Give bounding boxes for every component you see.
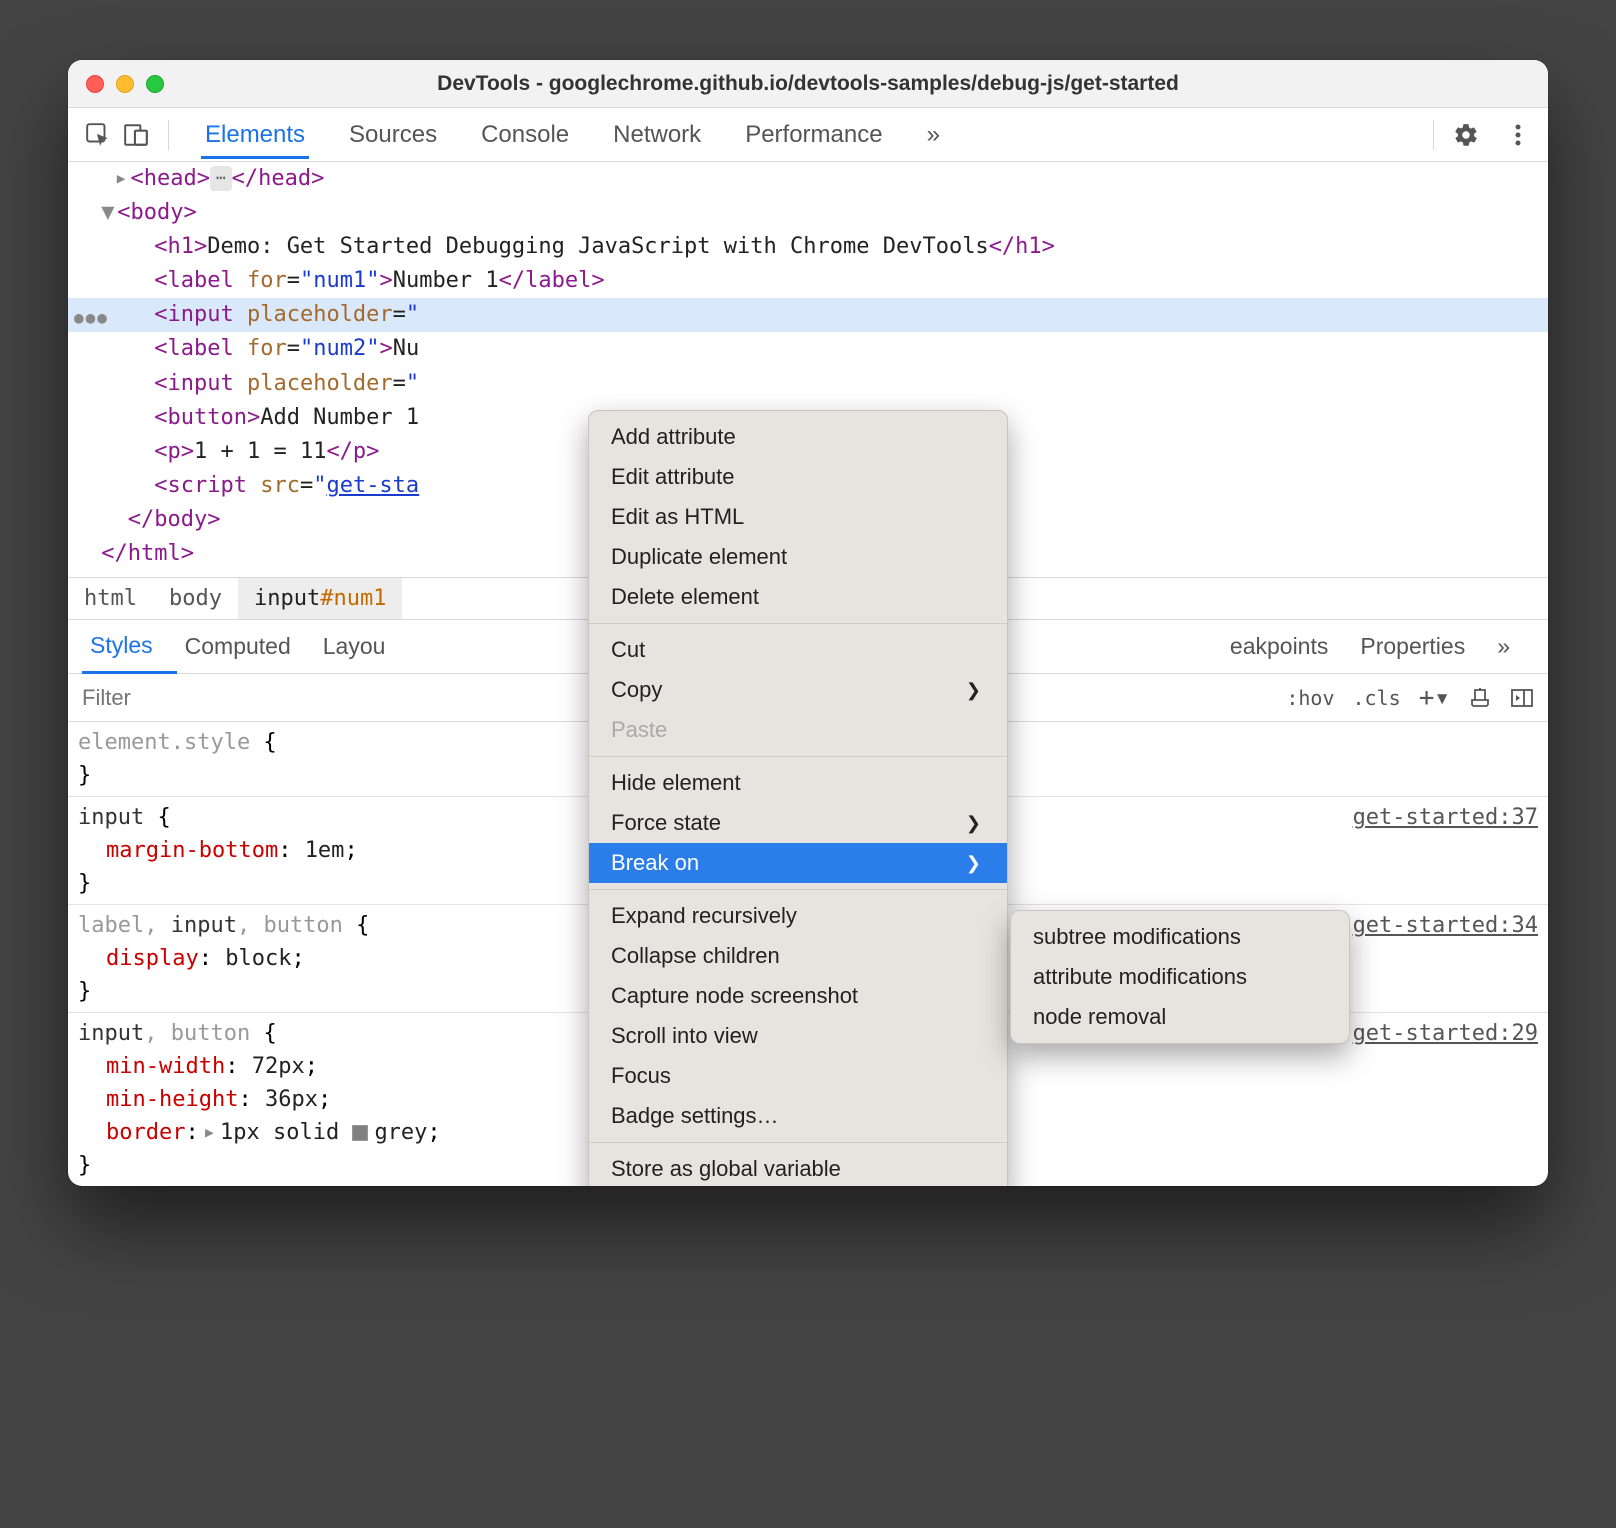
- ctx-force-state[interactable]: Force state❯: [589, 803, 1007, 843]
- chevron-right-icon: ❯: [966, 813, 981, 834]
- ctx-edit-attribute[interactable]: Edit attribute: [589, 457, 1007, 497]
- window-title: DevTools - googlechrome.github.io/devtoo…: [68, 72, 1548, 96]
- ctx-badge-settings[interactable]: Badge settings…: [589, 1096, 1007, 1136]
- device-toolbar-icon[interactable]: [120, 119, 152, 151]
- ctx-expand-recursively[interactable]: Expand recursively: [589, 896, 1007, 936]
- main-toolbar: Elements Sources Console Network Perform…: [68, 108, 1548, 162]
- ctx-store-global[interactable]: Store as global variable: [589, 1149, 1007, 1186]
- ctx-focus[interactable]: Focus: [589, 1056, 1007, 1096]
- ctx-edit-as-html[interactable]: Edit as HTML: [589, 497, 1007, 537]
- ctx-subtree-modifications[interactable]: subtree modifications: [1011, 917, 1349, 957]
- ctx-copy[interactable]: Copy❯: [589, 670, 1007, 710]
- dom-label1[interactable]: <label for="num1">Number 1</label>: [68, 264, 1548, 298]
- tab-network[interactable]: Network: [609, 111, 705, 159]
- settings-gear-icon[interactable]: [1450, 119, 1482, 151]
- toggle-sidebar-icon[interactable]: [1510, 686, 1534, 710]
- main-tabs: Elements Sources Console Network Perform…: [201, 111, 1417, 159]
- tab-console[interactable]: Console: [477, 111, 573, 159]
- cls-toggle[interactable]: .cls: [1353, 686, 1401, 710]
- paintbrush-icon[interactable]: [1468, 686, 1492, 710]
- ctx-node-removal[interactable]: node removal: [1011, 997, 1349, 1037]
- ctx-scroll-into-view[interactable]: Scroll into view: [589, 1016, 1007, 1056]
- tab-styles[interactable]: Styles: [82, 620, 177, 674]
- devtools-window: DevTools - googlechrome.github.io/devtoo…: [68, 60, 1548, 1186]
- close-window-button[interactable]: [86, 75, 104, 93]
- dom-head[interactable]: ▸<head>⋯</head>: [68, 162, 1548, 196]
- source-link[interactable]: get-started:29: [1353, 1017, 1538, 1050]
- crumb-html[interactable]: html: [68, 578, 153, 619]
- ctx-delete-element[interactable]: Delete element: [589, 577, 1007, 617]
- color-swatch-icon[interactable]: [352, 1125, 368, 1141]
- hov-toggle[interactable]: :hov: [1286, 686, 1334, 710]
- context-menu: Add attribute Edit attribute Edit as HTM…: [588, 410, 1008, 1186]
- tab-elements[interactable]: Elements: [201, 111, 309, 159]
- ctx-break-on[interactable]: Break on❯: [589, 843, 1007, 883]
- source-link[interactable]: get-started:37: [1353, 801, 1538, 834]
- tab-performance[interactable]: Performance: [741, 111, 886, 159]
- ctx-collapse-children[interactable]: Collapse children: [589, 936, 1007, 976]
- traffic-lights: [86, 75, 164, 93]
- dom-h1[interactable]: <h1>Demo: Get Started Debugging JavaScri…: [68, 230, 1548, 264]
- tab-layout[interactable]: Layou: [315, 621, 410, 672]
- context-submenu-break-on: subtree modifications attribute modifica…: [1010, 910, 1350, 1044]
- tabs-overflow-icon[interactable]: »: [923, 111, 944, 159]
- ctx-paste: Paste: [589, 710, 1007, 750]
- dom-body-open[interactable]: ▼<body>: [68, 196, 1548, 230]
- ctx-attribute-modifications[interactable]: attribute modifications: [1011, 957, 1349, 997]
- zoom-window-button[interactable]: [146, 75, 164, 93]
- crumb-input[interactable]: input#num1: [238, 578, 402, 619]
- titlebar: DevTools - googlechrome.github.io/devtoo…: [68, 60, 1548, 108]
- dom-input2[interactable]: <input placeholder=": [68, 367, 1548, 401]
- line-actions-icon[interactable]: ●●●: [74, 306, 109, 331]
- minimize-window-button[interactable]: [116, 75, 134, 93]
- lower-tabs-overflow-icon[interactable]: »: [1489, 621, 1534, 672]
- crumb-body[interactable]: body: [153, 578, 238, 619]
- ctx-duplicate-element[interactable]: Duplicate element: [589, 537, 1007, 577]
- kebab-menu-icon[interactable]: [1502, 119, 1534, 151]
- tab-breakpoints[interactable]: eakpoints: [1222, 621, 1352, 672]
- dom-label2[interactable]: <label for="num2">Nu: [68, 332, 1548, 366]
- tab-sources[interactable]: Sources: [345, 111, 441, 159]
- source-link[interactable]: get-started:34: [1353, 909, 1538, 942]
- chevron-right-icon: ❯: [966, 853, 981, 874]
- ctx-cut[interactable]: Cut: [589, 630, 1007, 670]
- tab-properties[interactable]: Properties: [1352, 621, 1489, 672]
- ctx-capture-screenshot[interactable]: Capture node screenshot: [589, 976, 1007, 1016]
- chevron-right-icon: ❯: [966, 680, 981, 701]
- ctx-add-attribute[interactable]: Add attribute: [589, 417, 1007, 457]
- dom-input1-selected[interactable]: ●●● <input placeholder=": [68, 298, 1548, 332]
- tab-computed[interactable]: Computed: [177, 621, 315, 672]
- inspect-element-icon[interactable]: [82, 119, 114, 151]
- new-style-rule-icon[interactable]: +▾: [1419, 683, 1450, 713]
- ctx-hide-element[interactable]: Hide element: [589, 763, 1007, 803]
